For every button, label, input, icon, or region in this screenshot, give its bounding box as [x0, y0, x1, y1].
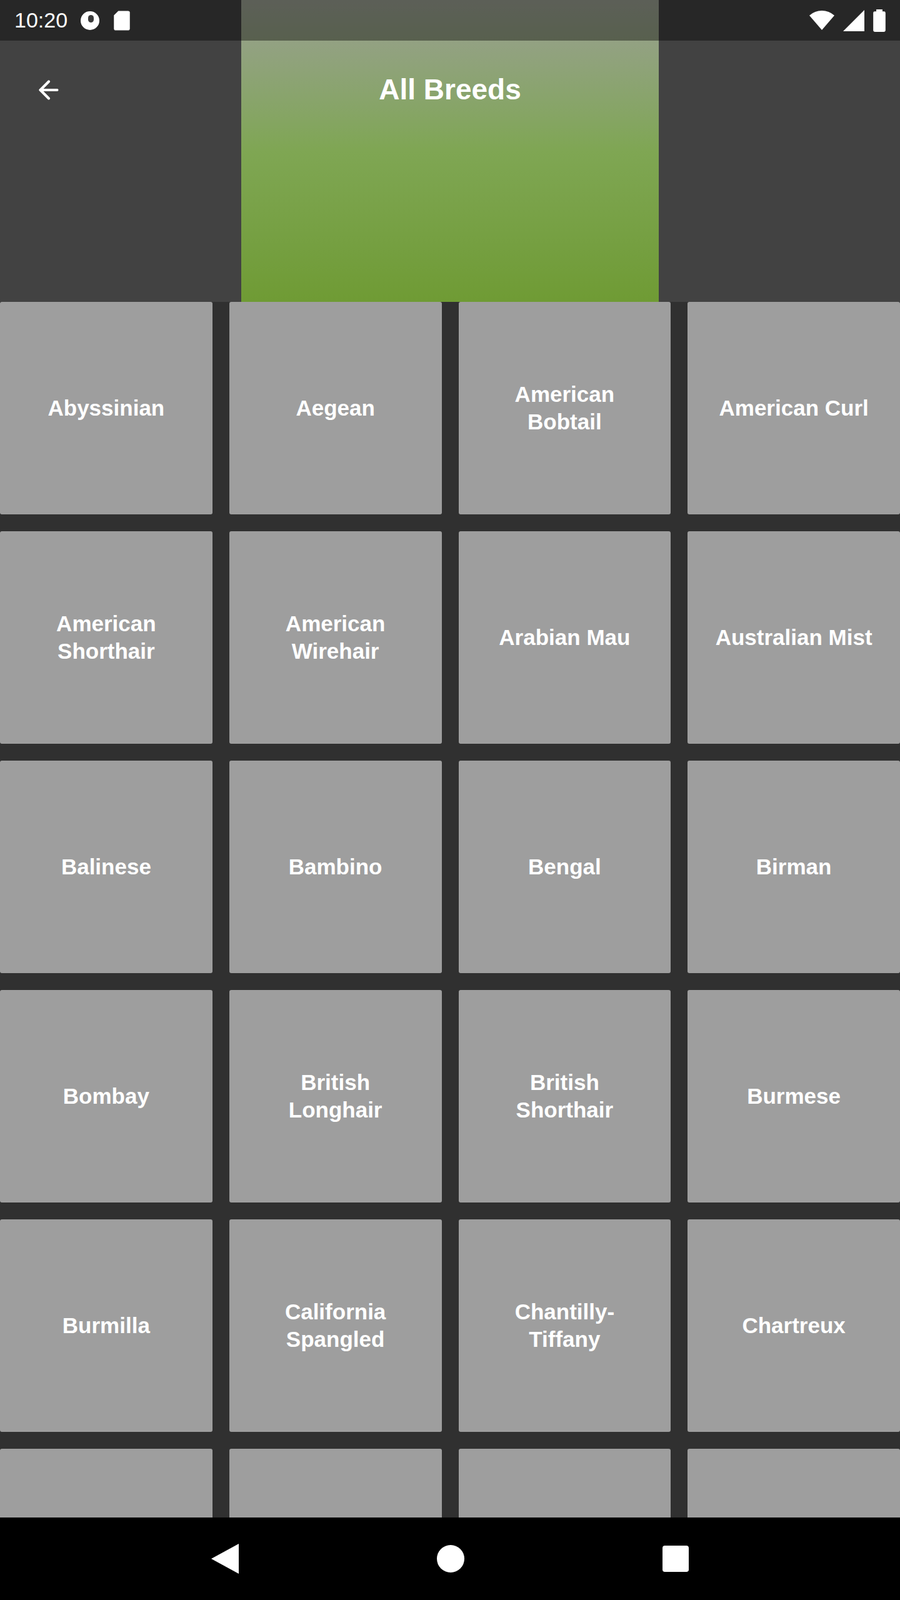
breed-tile[interactable]: Australian Mist [687, 531, 900, 744]
cat-photo [241, 0, 659, 302]
breed-tile[interactable] [687, 1448, 900, 1518]
wifi-icon [809, 10, 835, 32]
battery-icon [873, 9, 886, 32]
header: 10:20 All Breeds [0, 0, 900, 302]
breed-tile[interactable]: Chartreux [687, 1219, 900, 1432]
breed-tile[interactable]: American Shorthair [0, 531, 213, 744]
navigation-bar [0, 1517, 900, 1600]
app-bar-title: All Breeds [378, 68, 522, 112]
back-triangle-icon[interactable] [211, 1543, 239, 1574]
breed-tile[interactable]: Aegean [229, 301, 442, 515]
breed-tile[interactable]: Burmilla [0, 1219, 213, 1432]
breed-tile[interactable]: Burmese [687, 990, 900, 1203]
breed-tile[interactable]: Bengal [458, 760, 672, 974]
breed-tile[interactable]: California Spangled [229, 1219, 442, 1432]
status-bar: 10:20 [0, 0, 900, 41]
breed-tile[interactable]: British Longhair [229, 990, 442, 1203]
home-circle-icon[interactable] [436, 1545, 465, 1573]
breed-tile[interactable] [229, 1448, 442, 1518]
breed-grid: AbyssinianAegeanAmerican BobtailAmerican… [0, 301, 900, 1518]
breed-tile[interactable]: Abyssinian [0, 301, 213, 515]
breed-tile[interactable]: British Shorthair [458, 990, 672, 1203]
breed-tile[interactable] [458, 1448, 672, 1518]
status-time: 10:20 [14, 4, 68, 37]
breed-tile[interactable]: Arabian Mau [458, 531, 672, 744]
overlay: 10:20 All Breeds [0, 0, 900, 140]
recents-square-icon[interactable] [662, 1545, 689, 1572]
breed-tile[interactable]: American Wirehair [229, 531, 442, 744]
breed-tile[interactable] [0, 1448, 213, 1518]
breed-tile[interactable]: Birman [687, 760, 900, 974]
breed-tile[interactable]: Chantilly-Tiffany [458, 1219, 672, 1432]
arrow-left-icon [34, 75, 64, 105]
toolbar: All Breeds [0, 40, 900, 140]
breed-tile[interactable]: Bombay [0, 990, 213, 1203]
notification-icon [78, 9, 102, 32]
signal-icon [843, 10, 865, 32]
breed-tile[interactable]: American Curl [687, 301, 900, 515]
sd-card-icon [112, 10, 132, 32]
breed-tile[interactable]: Balinese [0, 760, 213, 974]
breed-tile[interactable]: American Bobtail [458, 301, 672, 515]
breed-tile[interactable]: Bambino [229, 760, 442, 974]
back-button[interactable] [27, 68, 70, 112]
app-screen: 10:20All BreedsAbyssinianAegeanAmerican … [0, 0, 900, 1600]
